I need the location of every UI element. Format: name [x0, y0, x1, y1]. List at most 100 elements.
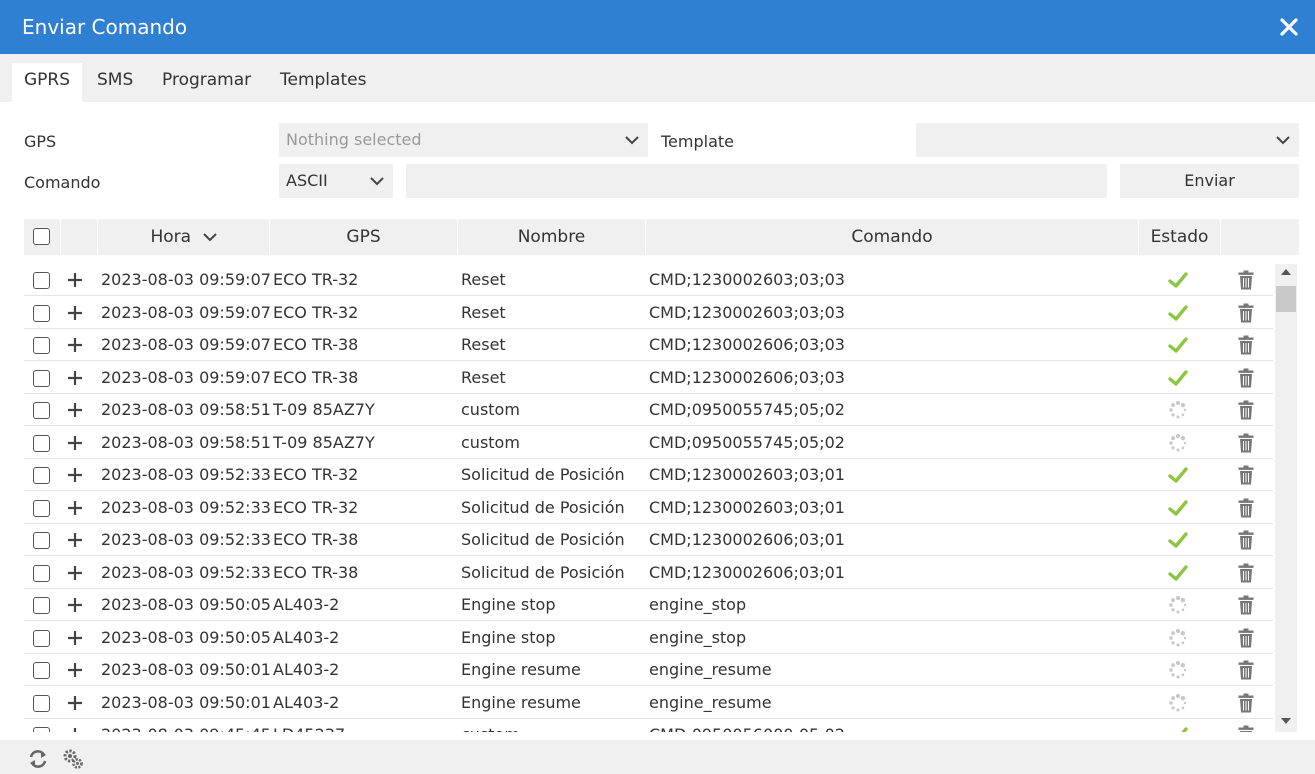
row-checkbox[interactable] — [33, 272, 50, 289]
column-header-gps[interactable]: GPS — [270, 219, 458, 255]
cell-nombre: Reset — [461, 367, 506, 387]
expand-plus-icon[interactable] — [68, 305, 82, 320]
expand-plus-icon[interactable] — [68, 565, 82, 580]
table-row[interactable]: 2023-08-03 09:52:33 ECO TR-32 Solicitud de… — [24, 459, 1273, 491]
status-pending-spinner-icon — [1169, 693, 1187, 711]
expand-column-header — [61, 219, 98, 255]
expand-plus-icon[interactable] — [68, 663, 82, 677]
cell-gps: AL403-2 — [273, 660, 340, 679]
row-checkbox[interactable] — [33, 337, 50, 354]
gps-select-placeholder: Nothing selected — [286, 130, 422, 149]
cell-comando: CMD;0950055745;05;02 — [649, 432, 845, 452]
row-checkbox[interactable] — [33, 662, 50, 679]
trash-icon[interactable] — [1238, 628, 1254, 648]
trash-icon[interactable] — [1238, 270, 1254, 290]
row-checkbox[interactable] — [33, 694, 50, 712]
sort-chevron-down-icon — [202, 233, 217, 242]
cell-comando: engine_stop — [649, 627, 747, 647]
command-input[interactable] — [406, 164, 1107, 198]
trash-icon[interactable] — [1238, 725, 1254, 732]
scroll-down-icon[interactable] — [1280, 717, 1292, 725]
trash-icon[interactable] — [1238, 498, 1254, 518]
expand-plus-icon[interactable] — [68, 338, 82, 352]
trash-icon[interactable] — [1238, 693, 1254, 713]
row-checkbox[interactable] — [33, 467, 50, 484]
cell-gps: ECO TR-32 — [273, 302, 359, 322]
table-row[interactable]: 2023-08-03 09:52:33 ECO TR-38 Solicitud de… — [24, 524, 1273, 556]
gps-select[interactable]: Nothing selected — [279, 123, 648, 157]
expand-plus-icon[interactable] — [68, 500, 82, 515]
select-all-checkbox[interactable] — [33, 228, 50, 245]
tab-programar[interactable]: Programar — [150, 63, 263, 102]
trash-icon[interactable] — [1238, 400, 1254, 420]
table-row[interactable]: 2023-08-03 09:50:05 AL403-2 Engine stop eng… — [24, 622, 1273, 654]
expand-plus-icon[interactable] — [68, 728, 82, 732]
column-header-comando[interactable]: Comando — [646, 219, 1139, 255]
trash-icon[interactable] — [1238, 465, 1254, 485]
table-row[interactable]: 2023-08-03 09:52:33 ECO TR-38 Solicitud de… — [24, 557, 1273, 589]
table-row[interactable]: 2023-08-03 09:58:51 T-09 85AZ7Y custom CMD;… — [24, 394, 1273, 426]
cell-hora: 2023-08-03 09:50:01 — [101, 660, 271, 679]
table-row[interactable]: 2023-08-03 09:58:51 T-09 85AZ7Y custom CMD;… — [24, 427, 1273, 459]
row-checkbox[interactable] — [33, 629, 50, 647]
table-scrollbar[interactable] — [1275, 264, 1297, 732]
dialog-title: Enviar Comando — [22, 15, 188, 39]
trash-icon[interactable] — [1238, 595, 1254, 615]
trash-icon[interactable] — [1238, 303, 1254, 323]
expand-plus-icon[interactable] — [68, 370, 82, 385]
send-button[interactable]: Enviar — [1120, 164, 1299, 198]
trash-icon[interactable] — [1238, 563, 1254, 583]
tab-templates[interactable]: Templates — [268, 63, 378, 102]
expand-plus-icon[interactable] — [68, 273, 82, 287]
expand-plus-icon[interactable] — [68, 468, 82, 482]
row-checkbox[interactable] — [33, 304, 50, 322]
trash-icon[interactable] — [1238, 433, 1254, 453]
template-select[interactable] — [916, 123, 1299, 157]
table-row[interactable]: 2023-08-03 09:59:07 ECO TR-38 Reset CMD;123… — [24, 329, 1273, 361]
settings-gears-icon[interactable] — [62, 748, 84, 770]
expand-plus-icon[interactable] — [68, 630, 82, 645]
row-checkbox[interactable] — [33, 499, 50, 517]
row-checkbox[interactable] — [33, 564, 50, 582]
cell-comando: CMD;1230002603;03;03 — [649, 302, 845, 322]
cell-nombre: Reset — [461, 270, 506, 289]
table-header: Hora GPS Nombre Comando Estado — [24, 219, 1299, 255]
expand-plus-icon[interactable] — [68, 598, 82, 612]
cell-hora: 2023-08-03 09:52:33 — [101, 562, 271, 582]
scroll-thumb[interactable] — [1276, 286, 1296, 312]
expand-plus-icon[interactable] — [68, 533, 82, 547]
table-row[interactable]: 2023-08-03 09:50:01 AL403-2 Engine resume e… — [24, 687, 1273, 719]
expand-plus-icon[interactable] — [68, 695, 82, 710]
trash-icon[interactable] — [1238, 530, 1254, 550]
refresh-icon[interactable] — [27, 748, 49, 770]
table-row[interactable]: 2023-08-03 09:59:07 ECO TR-32 Reset CMD;123… — [24, 297, 1273, 329]
column-header-estado[interactable]: Estado — [1139, 219, 1221, 255]
trash-icon[interactable] — [1238, 335, 1254, 355]
tab-gprs[interactable]: GPRS — [12, 63, 83, 102]
command-form: GPS Nothing selected Template Comando AS… — [0, 102, 1315, 218]
table-row[interactable]: 2023-08-03 09:45:45LD45237 custom CMD;0950… — [24, 719, 1273, 732]
column-header-hora[interactable]: Hora — [98, 219, 270, 255]
expand-plus-icon[interactable] — [68, 435, 82, 450]
scroll-up-icon[interactable] — [1280, 268, 1292, 276]
row-checkbox[interactable] — [33, 597, 50, 614]
column-header-nombre[interactable]: Nombre — [458, 219, 646, 255]
table-row[interactable]: 2023-08-03 09:52:33 ECO TR-32 Solicitud de… — [24, 492, 1273, 524]
row-checkbox[interactable] — [33, 727, 50, 732]
encoding-select[interactable]: ASCII — [279, 164, 393, 198]
table-row[interactable]: 2023-08-03 09:50:01 AL403-2 Engine resume e… — [24, 654, 1273, 686]
table-row[interactable]: 2023-08-03 09:50:05 AL403-2 Engine stop eng… — [24, 589, 1273, 621]
close-icon[interactable] — [1277, 15, 1301, 39]
cell-hora: 2023-08-03 09:50:01 — [101, 692, 271, 712]
table-row[interactable]: 2023-08-03 09:59:07 ECO TR-38 Reset CMD;123… — [24, 362, 1273, 394]
row-checkbox[interactable] — [33, 402, 50, 419]
tab-sms[interactable]: SMS — [85, 63, 145, 102]
cell-nombre: Engine stop — [461, 595, 556, 614]
row-checkbox[interactable] — [33, 369, 50, 387]
trash-icon[interactable] — [1238, 368, 1254, 388]
trash-icon[interactable] — [1238, 660, 1254, 680]
row-checkbox[interactable] — [33, 434, 50, 452]
row-checkbox[interactable] — [33, 532, 50, 549]
expand-plus-icon[interactable] — [68, 403, 82, 417]
table-row[interactable]: 2023-08-03 09:59:07 ECO TR-32 Reset CMD;123… — [24, 264, 1273, 296]
